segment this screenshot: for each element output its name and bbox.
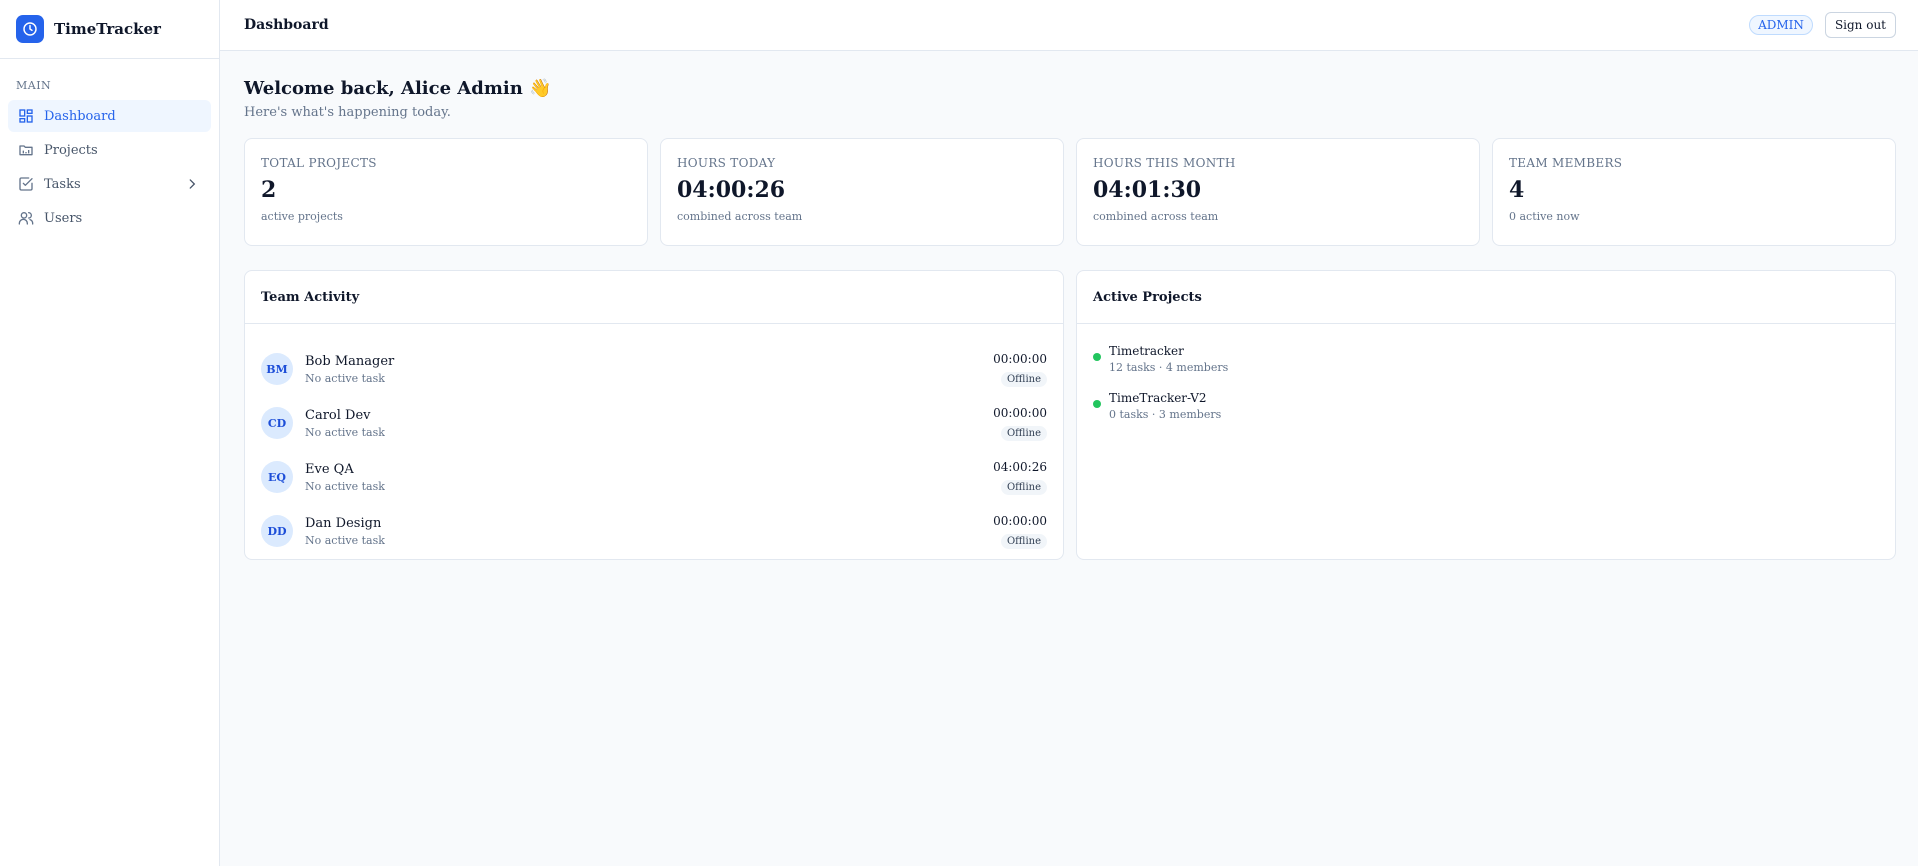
stat-card-hours-today: HOURS TODAY 04:00:26 combined across tea… [660, 138, 1064, 246]
stat-card-hours-month: HOURS THIS MONTH 04:01:30 combined acros… [1076, 138, 1480, 246]
sidebar-item-label: Projects [44, 142, 98, 158]
stat-value: 4 [1509, 177, 1525, 203]
stat-card-team-members: TEAM MEMBERS 4 0 active now [1492, 138, 1896, 246]
nav-section-label: MAIN [16, 79, 52, 92]
status-dot-icon [1093, 400, 1101, 408]
sidebar-item-projects[interactable]: Projects [8, 134, 211, 166]
panel-title: Active Projects [1077, 271, 1895, 324]
sidebar-item-label: Tasks [44, 176, 81, 192]
list-item[interactable]: DD Dan Design No active task 00:00:00 Of… [261, 504, 1047, 558]
project-list: Timetracker 12 tasks · 4 members TimeTra… [1077, 324, 1895, 438]
member-time: 00:00:00 [993, 351, 1047, 366]
welcome-heading: Welcome back, Alice Admin 👋 [244, 78, 552, 99]
brand[interactable]: TimeTracker [0, 0, 219, 59]
stat-value: 04:00:26 [677, 177, 786, 203]
sidebar-item-users[interactable]: Users [8, 202, 211, 234]
stat-card-total-projects: TOTAL PROJECTS 2 active projects [244, 138, 648, 246]
project-info: TimeTracker-V2 0 tasks · 3 members [1109, 391, 1221, 421]
checkbox-icon [18, 176, 34, 192]
member-time: 04:00:26 [993, 459, 1047, 474]
stat-sub: combined across team [1093, 210, 1219, 223]
person-info: Carol Dev No active task [305, 408, 993, 439]
activity-list: BM Bob Manager No active task 00:00:00 O… [245, 324, 1063, 558]
project-name: TimeTracker-V2 [1109, 391, 1207, 405]
sidebar-item-label: Dashboard [44, 108, 116, 124]
welcome-subtitle: Here's what's happening today. [244, 105, 451, 120]
member-task: No active task [305, 371, 385, 385]
time-column: 04:00:26 Offline [993, 460, 1047, 495]
list-item[interactable]: CD Carol Dev No active task 00:00:00 Off… [261, 396, 1047, 450]
member-time: 00:00:00 [993, 513, 1047, 528]
member-name: Carol Dev [305, 407, 371, 423]
stat-label: HOURS THIS MONTH [1093, 156, 1236, 170]
role-badge: ADMIN [1749, 15, 1813, 35]
member-task: No active task [305, 533, 385, 547]
member-name: Bob Manager [305, 353, 395, 369]
stats-row: TOTAL PROJECTS 2 active projects HOURS T… [244, 138, 1896, 246]
main-content: Welcome back, Alice Admin 👋 Here's what'… [244, 78, 1896, 560]
status-badge: Offline [1000, 425, 1047, 441]
status-badge: Offline [1000, 533, 1047, 549]
panels-row: Team Activity BM Bob Manager No active t… [244, 270, 1896, 560]
sign-out-button[interactable]: Sign out [1824, 12, 1896, 38]
person-info: Bob Manager No active task [305, 354, 993, 385]
list-item[interactable]: EQ Eve QA No active task 04:00:26 Offlin… [261, 450, 1047, 504]
folder-icon [18, 142, 34, 158]
stat-value: 04:01:30 [1093, 177, 1202, 203]
time-column: 00:00:00 Offline [993, 514, 1047, 549]
sidebar-item-label: Users [44, 210, 83, 226]
member-time: 00:00:00 [993, 405, 1047, 420]
chevron-right-icon[interactable] [185, 177, 199, 191]
page-title: Dashboard [244, 17, 329, 33]
sidebar-nav: Dashboard Projects Tasks Users [0, 100, 219, 234]
member-name: Dan Design [305, 515, 382, 531]
person-info: Eve QA No active task [305, 462, 993, 493]
project-meta: 0 tasks · 3 members [1109, 408, 1222, 421]
list-item[interactable]: TimeTracker-V2 0 tasks · 3 members [1093, 391, 1879, 438]
list-item[interactable]: BM Bob Manager No active task 00:00:00 O… [261, 342, 1047, 396]
status-badge: Offline [1000, 371, 1047, 387]
sidebar-item-dashboard[interactable]: Dashboard [8, 100, 211, 132]
time-column: 00:00:00 Offline [993, 406, 1047, 441]
status-dot-icon [1093, 353, 1101, 361]
team-activity-panel: Team Activity BM Bob Manager No active t… [244, 270, 1064, 560]
avatar: BM [261, 353, 293, 385]
brand-name: TimeTracker [54, 20, 161, 38]
stat-sub: combined across team [677, 210, 803, 223]
clock-icon [16, 15, 44, 43]
sidebar-item-tasks[interactable]: Tasks [8, 168, 211, 200]
stat-label: TEAM MEMBERS [1509, 156, 1623, 170]
time-column: 00:00:00 Offline [993, 352, 1047, 387]
top-header: Dashboard ADMIN Sign out [220, 0, 1918, 51]
project-meta: 12 tasks · 4 members [1109, 361, 1229, 374]
status-badge: Offline [1000, 479, 1047, 495]
users-icon [18, 210, 34, 226]
project-info: Timetracker 12 tasks · 4 members [1109, 344, 1228, 374]
project-name: Timetracker [1109, 344, 1184, 358]
stat-label: HOURS TODAY [677, 156, 776, 170]
sidebar: TimeTracker MAIN Dashboard Projects Task… [0, 0, 220, 866]
stat-value: 2 [261, 177, 277, 203]
member-task: No active task [305, 425, 385, 439]
stat-sub: 0 active now [1509, 210, 1580, 223]
person-info: Dan Design No active task [305, 516, 993, 547]
avatar: CD [261, 407, 293, 439]
stat-label: TOTAL PROJECTS [261, 156, 377, 170]
member-name: Eve QA [305, 461, 354, 477]
active-projects-panel: Active Projects Timetracker 12 tasks · 4… [1076, 270, 1896, 560]
list-item[interactable]: Timetracker 12 tasks · 4 members [1093, 344, 1879, 391]
grid-icon [18, 108, 34, 124]
member-task: No active task [305, 479, 385, 493]
avatar: EQ [261, 461, 293, 493]
avatar: DD [261, 515, 293, 547]
stat-sub: active projects [261, 210, 343, 223]
panel-title: Team Activity [245, 271, 1063, 324]
